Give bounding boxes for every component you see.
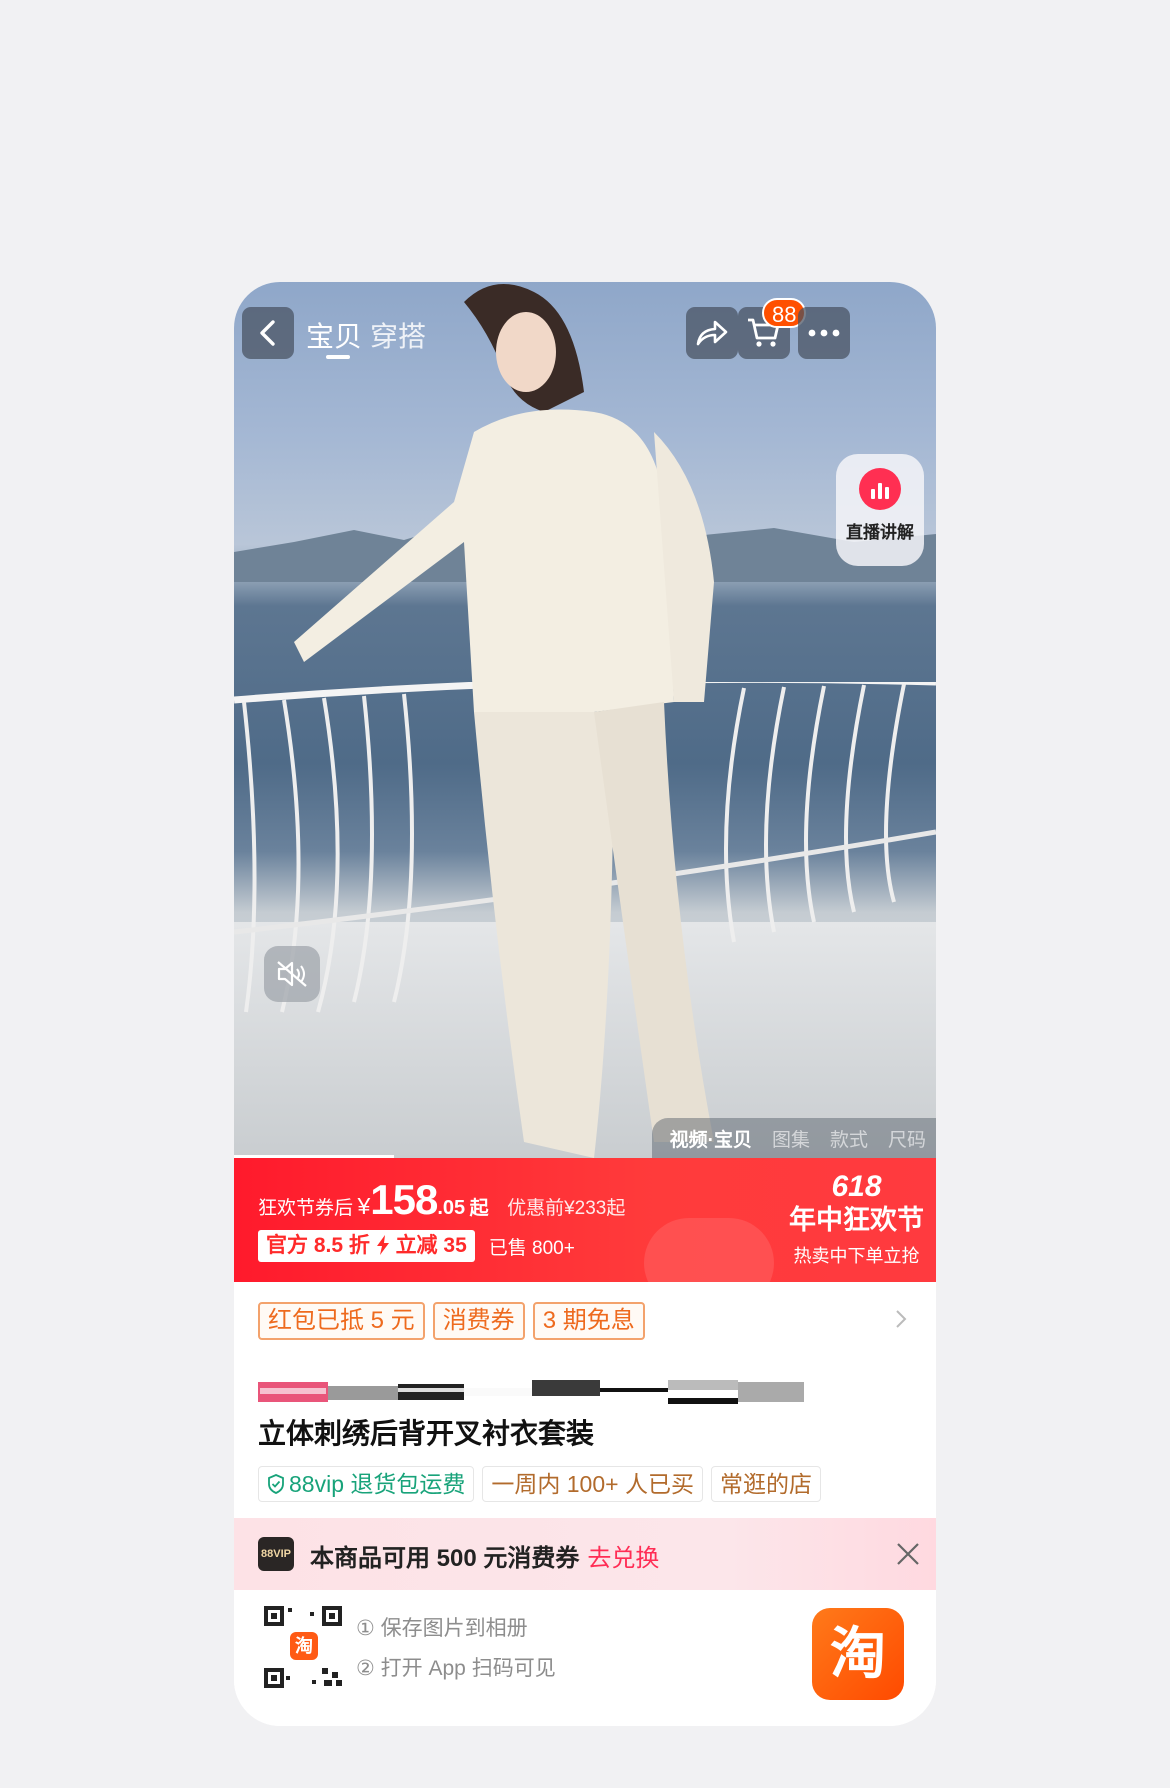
festival-name: 年中狂欢节	[789, 1205, 924, 1235]
model-figure	[294, 284, 714, 1158]
live-chart-icon	[859, 468, 901, 510]
vip-redeem-link[interactable]: 去兑换	[587, 1545, 659, 1572]
mute-button[interactable]	[264, 946, 320, 1002]
currency-symbol: ¥	[357, 1193, 371, 1219]
festival-badge: 618 年中狂欢节 热卖中下单立抢	[789, 1170, 924, 1268]
service-tag-frequent-shop: 常逛的店	[710, 1466, 821, 1502]
media-tab-bar: 视频·宝贝 图集 款式 尺码	[651, 1118, 936, 1158]
festival-subtitle: 热卖中下单立抢	[793, 1246, 920, 1266]
vip-logo: 88VIP	[258, 1537, 294, 1571]
official-discount-tag: 官方 8.5 折 立减 35	[258, 1230, 475, 1262]
vip-coupon-bar[interactable]: 88VIP 本商品可用 500 元消费券 去兑换	[234, 1518, 936, 1590]
close-icon[interactable]	[896, 1542, 920, 1566]
share-button[interactable]	[686, 307, 738, 359]
live-explain-button[interactable]: 直播讲解	[836, 454, 924, 566]
discount-line: 官方 8.5 折 立减 35 已售 800+	[258, 1230, 575, 1262]
price-integer: 158	[370, 1176, 438, 1223]
step-scan-app: ② 打开 App 扫码可见	[356, 1657, 556, 1680]
vip-coupon-text: 本商品可用 500 元消费券 去兑换	[310, 1545, 660, 1572]
redacted-shop-banner	[258, 1380, 804, 1404]
service-tags: 88vip 退货包运费 一周内 100+ 人已买 常逛的店	[258, 1466, 821, 1502]
lightning-icon	[376, 1235, 389, 1255]
step-save-image: ① 保存图片到相册	[356, 1617, 528, 1640]
festival-number: 618	[831, 1170, 882, 1203]
discount-amount: 立减 35	[395, 1234, 467, 1257]
tab-chuanda[interactable]: 穿搭	[370, 315, 426, 355]
share-icon	[696, 320, 728, 346]
more-button[interactable]	[798, 307, 850, 359]
service-tag-bought: 一周内 100+ 人已买	[482, 1466, 703, 1502]
tab-baobei[interactable]: 宝贝	[306, 315, 362, 355]
tab-active-indicator	[326, 355, 350, 359]
chevron-left-icon	[260, 320, 275, 346]
service-tag-return: 88vip 退货包运费	[258, 1466, 475, 1502]
shield-check-icon	[268, 1474, 284, 1494]
price-line: 狂欢节券后 ¥158.05 起 优惠前¥233起	[258, 1176, 625, 1224]
back-button[interactable]	[242, 307, 294, 359]
price-suffix: 起	[469, 1198, 489, 1219]
product-video[interactable]: 宝贝 穿搭 88 直播讲解 视频·宝贝 图集 款式 尺码	[234, 282, 936, 1158]
original-price: 优惠前¥233起	[507, 1198, 626, 1219]
decorative-blob	[644, 1218, 774, 1282]
chevron-right-icon[interactable]	[894, 1308, 908, 1330]
price-promo-banner: 狂欢节券后 ¥158.05 起 优惠前¥233起 官方 8.5 折 立减 35 …	[234, 1158, 936, 1282]
qr-footer: 淘 ① 保存图片到相册 ② 打开 App 扫码可见 淘	[234, 1590, 936, 1726]
sold-count: 已售 800+	[488, 1237, 575, 1259]
qr-code: 淘	[264, 1606, 342, 1688]
media-tab-gallery[interactable]: 图集	[772, 1125, 810, 1152]
discount-rate: 官方 8.5 折	[266, 1234, 370, 1257]
speaker-muted-icon	[277, 961, 307, 987]
live-explain-label: 直播讲解	[846, 523, 914, 542]
coupon-tags[interactable]: 红包已抵 5 元 消费券 3 期免息	[258, 1302, 645, 1340]
price-decimal: .05	[437, 1197, 466, 1219]
more-icon	[808, 329, 840, 337]
top-bar: 宝贝 穿搭 88	[242, 298, 928, 361]
svg-text:淘: 淘	[295, 1635, 313, 1657]
media-tab-video[interactable]: 视频·宝贝	[670, 1125, 752, 1152]
price-prefix: 狂欢节券后	[258, 1198, 354, 1219]
coupon-consumption[interactable]: 消费券	[432, 1302, 525, 1340]
media-tab-styles[interactable]: 款式	[830, 1125, 868, 1152]
product-title: 立体刺绣后背开叉衬衣套装	[258, 1418, 595, 1449]
media-tab-sizes[interactable]: 尺码	[888, 1125, 926, 1152]
coupon-installment[interactable]: 3 期免息	[532, 1302, 645, 1340]
product-share-card: 宝贝 穿搭 88 直播讲解 视频·宝贝 图集 款式 尺码 狂欢节券后 ¥158.…	[234, 282, 936, 1726]
coupon-redpacket[interactable]: 红包已抵 5 元	[258, 1302, 425, 1340]
taobao-app-icon: 淘	[812, 1608, 904, 1700]
